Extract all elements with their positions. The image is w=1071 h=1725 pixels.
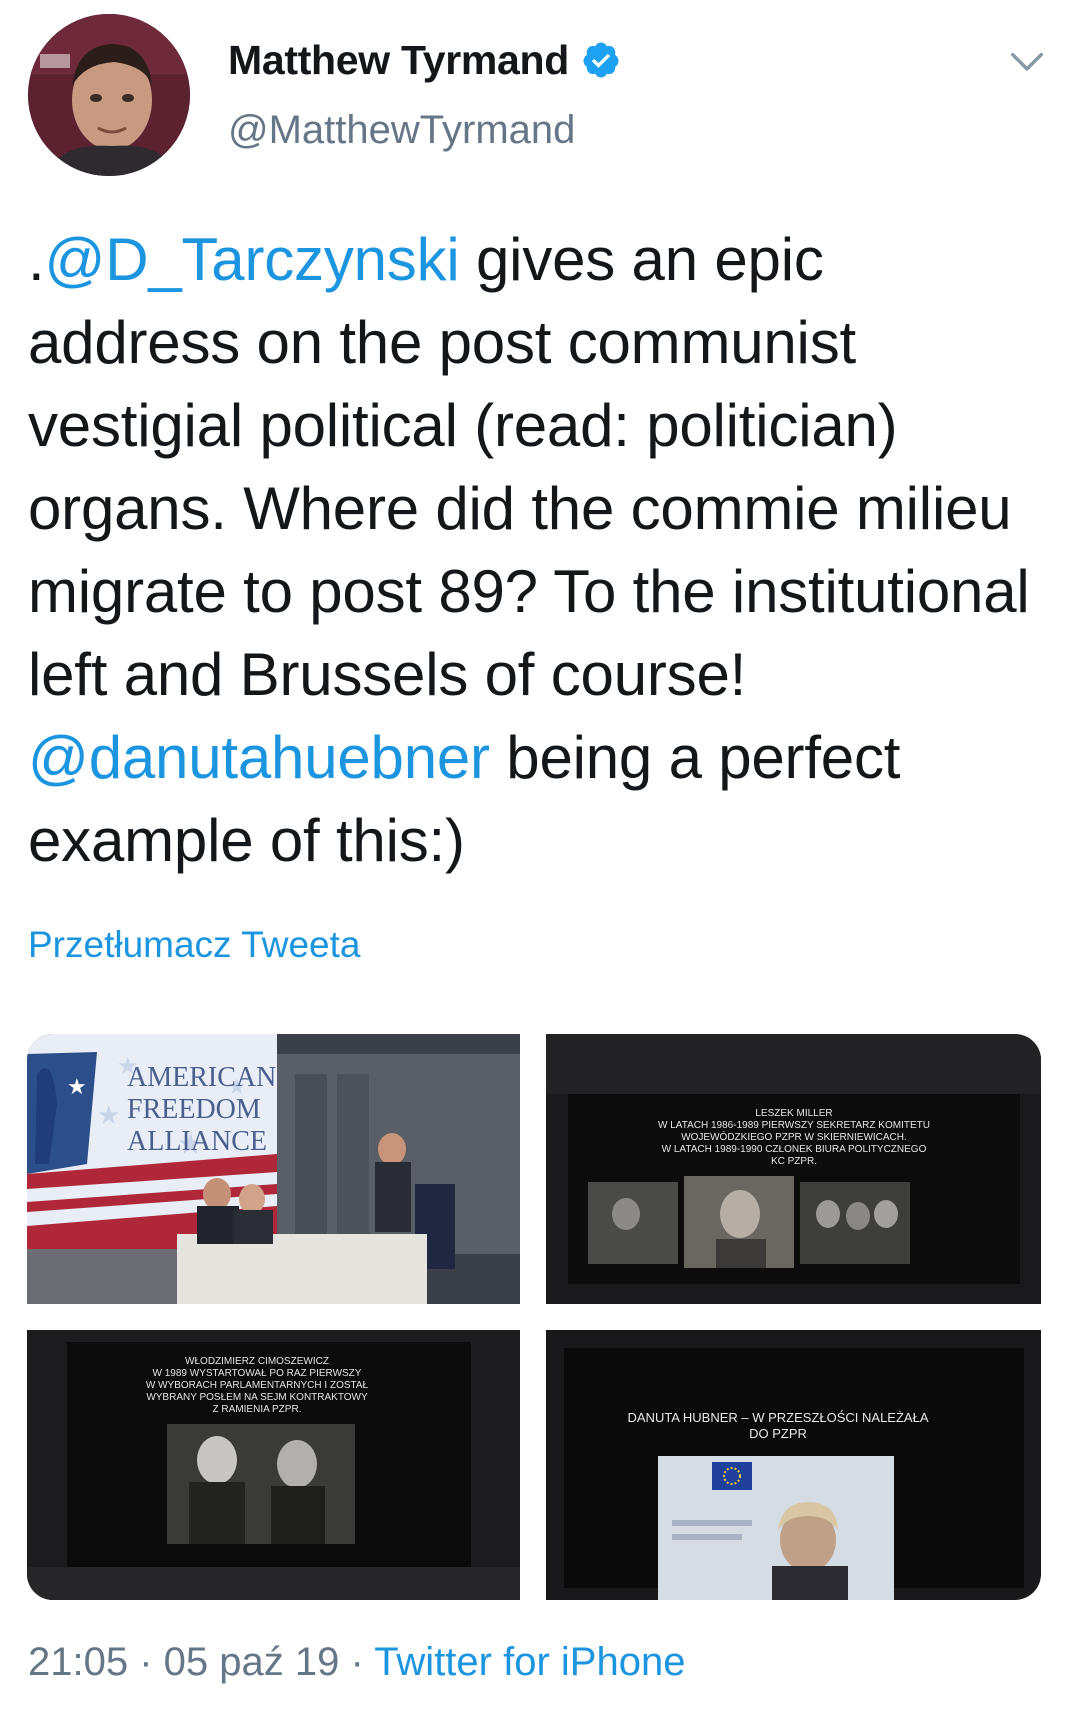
- slide-line: WOJEWÓDZKIEGO PZPR W SKIERNIEWICACH.: [681, 1130, 907, 1143]
- mention-link[interactable]: @D_Tarczynski: [44, 226, 459, 293]
- media-photo-slide-hubner[interactable]: DANUTA HUBNER – W PRZESZŁOŚCI NALEŻAŁA D…: [546, 1330, 1041, 1600]
- banner-line: FREEDOM: [127, 1094, 261, 1125]
- avatar-photo: [28, 14, 190, 176]
- tweet-header: Matthew Tyrmand @MatthewTyrmand: [0, 0, 1071, 190]
- tweet-source-link[interactable]: Twitter for iPhone: [374, 1640, 685, 1684]
- svg-text:★: ★: [67, 1074, 87, 1099]
- media-photo-slide-cimoszewicz[interactable]: WŁODZIMIERZ CIMOSZEWICZ W 1989 WYSTARTOW…: [27, 1330, 520, 1600]
- meta-separator: ·: [128, 1640, 164, 1684]
- tweet-meta: 21:05 · 05 paź 19 · Twitter for iPhone: [28, 1640, 685, 1685]
- slide-line: DANUTA HUBNER – W PRZESZŁOŚCI NALEŻAŁA: [628, 1410, 929, 1425]
- tweet-time: 21:05: [28, 1640, 129, 1684]
- media-grid: ★ ★ ★ ★ ★ AMERICAN FREEDOM ALLIANCE LESZ…: [27, 1034, 1041, 1600]
- banner-line: ALLIANCE: [127, 1126, 267, 1157]
- media-photo-conference-stage[interactable]: ★ ★ ★ ★ ★ AMERICAN FREEDOM ALLIANCE: [27, 1034, 520, 1304]
- mention-link[interactable]: @danutahuebner: [28, 724, 490, 791]
- slide-line: W 1989 WYSTARTOWAŁ PO RAZ PIERWSZY: [153, 1368, 362, 1379]
- tweet-text: .@D_Tarczynski gives an epic address on …: [28, 218, 1048, 882]
- translate-tweet-link[interactable]: Przetłumacz Tweeta: [28, 924, 360, 966]
- slide-line: W LATACH 1986-1989 PIERWSZY SEKRETARZ KO…: [658, 1120, 930, 1131]
- tweet-date: 05 paź 19: [163, 1640, 340, 1684]
- slide-line: WYBRANY POSŁEM NA SEJM KONTRAKTOWY: [146, 1392, 368, 1403]
- svg-text:★: ★: [97, 1100, 120, 1130]
- author-display-name[interactable]: Matthew Tyrmand: [228, 37, 569, 84]
- meta-separator: ·: [339, 1640, 375, 1684]
- tweet-text-lead: .: [28, 226, 45, 293]
- slide-line: WŁODZIMIERZ CIMOSZEWICZ: [185, 1356, 329, 1367]
- avatar[interactable]: [28, 14, 190, 176]
- banner-line: AMERICAN: [127, 1062, 276, 1093]
- author-name-row[interactable]: Matthew Tyrmand: [228, 32, 621, 88]
- slide-line: W LATACH 1989-1990 CZŁONEK BIURA POLITYC…: [662, 1144, 927, 1155]
- author-handle[interactable]: @MatthewTyrmand: [228, 108, 575, 153]
- slide-line: KC PZPR.: [771, 1156, 817, 1167]
- slide-line: Z RAMIENIA PZPR.: [213, 1404, 302, 1415]
- slide-line: W WYBORACH PARLAMENTARNYCH I ZOSTAŁ: [146, 1380, 369, 1391]
- chevron-down-icon[interactable]: [1008, 42, 1046, 80]
- slide-line: DO PZPR: [749, 1426, 807, 1441]
- verified-badge-icon: [583, 42, 619, 78]
- slide-line: LESZEK MILLER: [755, 1108, 832, 1119]
- tweet-text-body: gives an epic address on the post commun…: [28, 226, 1030, 708]
- media-photo-slide-miller[interactable]: LESZEK MILLER W LATACH 1986-1989 PIERWSZ…: [546, 1034, 1041, 1304]
